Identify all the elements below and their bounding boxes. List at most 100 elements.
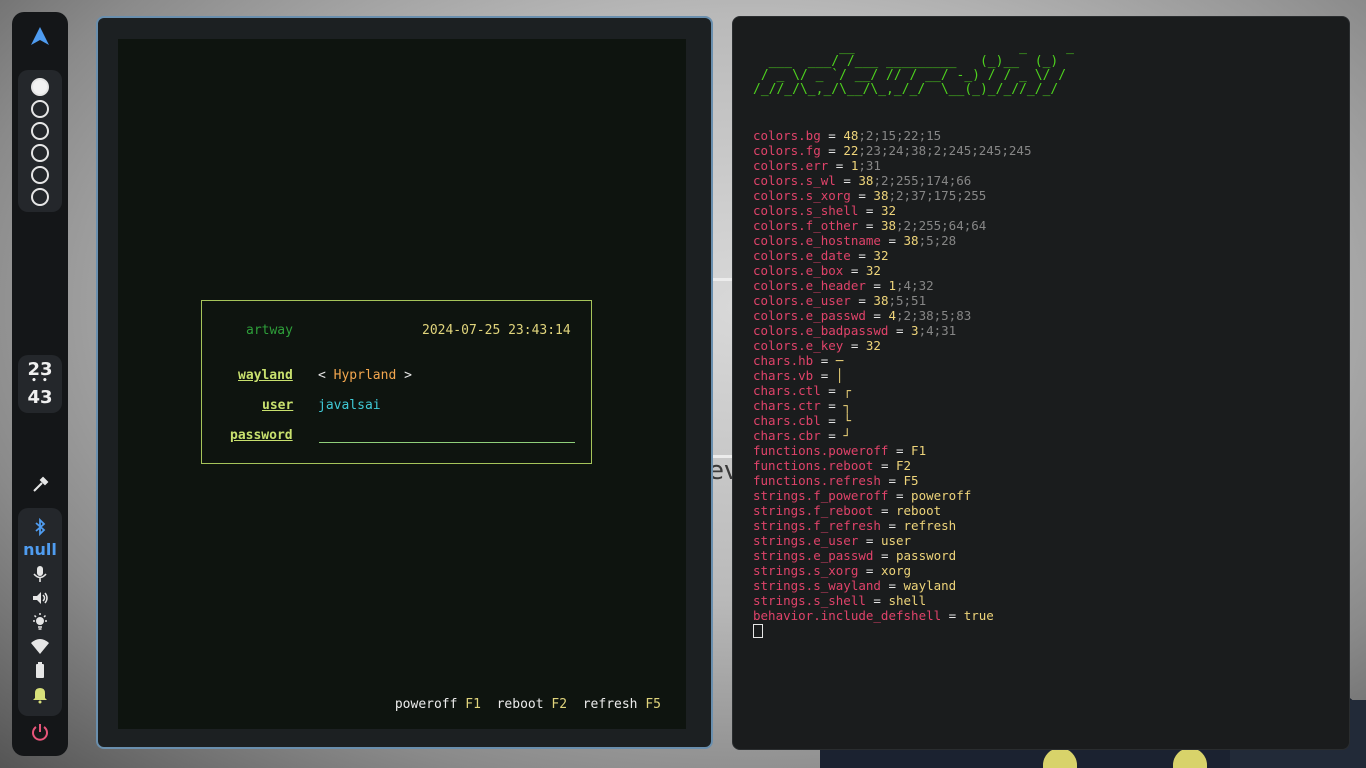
poweroff-label[interactable]: poweroff <box>395 697 458 712</box>
config-line: chars.cbr = ┘ <box>753 428 1031 443</box>
user-label: user <box>262 398 294 413</box>
config-line: strings.f_reboot = reboot <box>753 503 1031 518</box>
config-value-suffix: ;2;15;22;15 <box>858 128 942 143</box>
config-line: chars.hb = ─ <box>753 353 1031 368</box>
config-value: 32 <box>865 338 881 353</box>
config-line: functions.reboot = F2 <box>753 458 1031 473</box>
config-line: colors.e_passwd = 4;2;38;5;83 <box>753 308 1031 323</box>
wifi-icon[interactable] <box>30 636 50 656</box>
config-value: ┌ <box>843 383 851 398</box>
password-label: password <box>230 428 293 443</box>
config-line: strings.f_refresh = refresh <box>753 518 1031 533</box>
config-line: strings.e_passwd = password <box>753 548 1031 563</box>
config-line: chars.ctl = ┌ <box>753 383 1031 398</box>
config-key: colors.e_key <box>753 338 844 353</box>
config-terminal-window[interactable]: __ _ _ ___ ___/ /___ _________ (_)__ (_)… <box>732 16 1350 750</box>
config-equals: = <box>888 488 912 503</box>
config-equals: = <box>813 368 836 383</box>
config-value-suffix: ;2;255;174;66 <box>873 173 972 188</box>
config-value: F1 <box>911 443 927 458</box>
config-line: behavior.include_defshell = true <box>753 608 1031 623</box>
config-value: 38 <box>873 293 889 308</box>
config-line: chars.vb = │ <box>753 368 1031 383</box>
config-value: │ <box>835 368 844 383</box>
config-equals: = <box>880 233 904 248</box>
config-line: colors.s_wl = 38;2;255;174;66 <box>753 173 1031 188</box>
config-line: colors.e_key = 32 <box>753 338 1031 353</box>
config-line: colors.f_other = 38;2;255;64;64 <box>753 218 1031 233</box>
workspace-4[interactable] <box>31 144 49 162</box>
side-bar: 23 • • 43 null <box>12 12 68 756</box>
config-equals: = <box>850 188 874 203</box>
config-value: 1 <box>888 278 896 293</box>
workspace-3[interactable] <box>31 122 49 140</box>
config-value: 32 <box>865 263 881 278</box>
refresh-label[interactable]: refresh <box>583 697 638 712</box>
clock[interactable]: 23 • • 43 <box>18 355 62 413</box>
workspace-5[interactable] <box>31 166 49 184</box>
clock-minute: 43 <box>27 387 53 408</box>
config-value: └ <box>843 413 851 428</box>
config-key: colors.e_passwd <box>753 308 866 323</box>
config-key: colors.s_xorg <box>753 188 851 203</box>
config-equals: = <box>850 293 874 308</box>
brightness-icon[interactable] <box>30 612 50 632</box>
config-value: user <box>880 533 912 548</box>
arch-logo-icon[interactable] <box>30 26 50 46</box>
config-key: colors.e_box <box>753 263 844 278</box>
config-key: colors.e_header <box>753 278 866 293</box>
config-line: strings.s_wayland = wayland <box>753 578 1031 593</box>
config-value: ┐ <box>843 398 851 413</box>
config-line: colors.bg = 48;2;15;22;15 <box>753 128 1031 143</box>
config-equals: = <box>820 143 844 158</box>
config-equals: = <box>873 503 896 518</box>
reboot-label[interactable]: reboot <box>497 697 544 712</box>
config-key: chars.cbl <box>753 413 821 428</box>
config-line: chars.ctr = ┐ <box>753 398 1031 413</box>
bluetooth-icon[interactable] <box>30 517 50 537</box>
config-value-suffix: ;4;31 <box>918 323 957 338</box>
config-line: chars.cbl = └ <box>753 413 1031 428</box>
config-key: strings.s_wayland <box>753 578 881 593</box>
volume-icon[interactable] <box>30 588 50 608</box>
config-line: colors.e_header = 1;4;32 <box>753 278 1031 293</box>
config-value: 32 <box>873 248 889 263</box>
config-key: behavior.include_defshell <box>753 608 942 623</box>
config-equals: = <box>865 593 889 608</box>
password-field[interactable] <box>319 442 575 443</box>
user-field[interactable]: javalsai <box>318 398 381 413</box>
config-equals: = <box>858 218 881 233</box>
notification-bell-icon[interactable] <box>30 684 50 704</box>
config-key: colors.e_badpasswd <box>753 323 889 338</box>
workspace-6[interactable] <box>31 188 49 206</box>
config-line: colors.s_shell = 32 <box>753 203 1031 218</box>
config-key: chars.hb <box>753 353 814 368</box>
config-value-suffix: ;4;32 <box>896 278 934 293</box>
config-line: colors.e_box = 32 <box>753 263 1031 278</box>
workspace-2[interactable] <box>31 100 49 118</box>
config-equals: = <box>880 518 904 533</box>
config-value: 22 <box>843 143 859 158</box>
config-line: strings.s_shell = shell <box>753 593 1031 608</box>
session-next-arrow[interactable]: > <box>396 368 412 383</box>
config-equals: = <box>820 128 844 143</box>
config-value: poweroff <box>911 488 972 503</box>
config-equals: = <box>858 203 881 218</box>
config-value: ─ <box>835 353 844 368</box>
config-key: colors.e_user <box>753 293 851 308</box>
session-prev-arrow[interactable]: < <box>318 368 334 383</box>
power-icon[interactable] <box>30 722 50 742</box>
config-line: colors.err = 1;31 <box>753 158 1031 173</box>
microphone-icon[interactable] <box>30 564 50 584</box>
greeter-terminal-window[interactable]: artway 2024-07-25 23:43:14 wayland < Hyp… <box>96 16 713 749</box>
config-equals: = <box>843 338 866 353</box>
terminal-cursor <box>753 624 763 638</box>
config-line: strings.s_xorg = xorg <box>753 563 1031 578</box>
config-equals: = <box>858 533 881 548</box>
workspace-1[interactable] <box>31 78 49 96</box>
datetime: 2024-07-25 23:43:14 <box>422 323 571 338</box>
battery-icon[interactable] <box>30 660 50 680</box>
config-equals: = <box>941 608 964 623</box>
session-selector[interactable]: < Hyprland > <box>318 368 412 383</box>
color-picker-icon[interactable] <box>31 474 51 494</box>
